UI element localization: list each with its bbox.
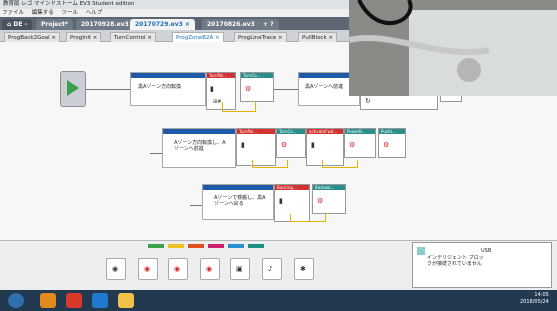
briefcase-icon: ▮ xyxy=(279,197,283,205)
windows-taskbar xyxy=(0,290,557,311)
briefcase-icon: ▮ xyxy=(311,141,315,149)
comment-text: 黒Aゾーン方向転換 xyxy=(138,84,182,90)
palette-block-medium-motor[interactable]: ◉ xyxy=(200,258,220,280)
motor-icon: ◉ xyxy=(206,265,213,273)
file-tab-20170729[interactable]: 20170729.ev3 × xyxy=(130,19,195,30)
comment-block[interactable]: 黒Aゾーン方向転換 xyxy=(130,72,206,106)
my-block[interactable]: TurnCo... ⚙ xyxy=(276,128,306,158)
palette-block-display[interactable]: ▣ xyxy=(230,258,250,280)
menu-file[interactable]: ファイル xyxy=(2,10,24,16)
robot-icon: ⚙ xyxy=(349,141,356,149)
palette-block-sound[interactable]: ♪ xyxy=(262,258,282,280)
grid-icon: ⊞# xyxy=(213,99,222,105)
block-title: PowerB... xyxy=(345,129,375,134)
motor-icon: ◉ xyxy=(174,265,181,273)
briefcase-icon: ▮ xyxy=(241,141,245,149)
sequence-wire xyxy=(274,89,298,90)
add-tab-button[interactable]: + ? xyxy=(258,19,279,30)
app-icon[interactable] xyxy=(66,293,82,308)
clock-date: 2018/05/24 xyxy=(520,299,549,305)
robot-icon: ⚙ xyxy=(281,141,288,149)
rotation-icon: ↻ xyxy=(365,97,371,105)
data-wire xyxy=(290,214,326,222)
palette-tab-advanced[interactable] xyxy=(228,244,244,248)
block-title: PushL... xyxy=(379,129,405,134)
start-button[interactable] xyxy=(8,293,24,308)
comment-block[interactable]: Aゾーンで検搬し、黒Aゾーンへ戻る xyxy=(202,184,274,220)
light-icon: ✱ xyxy=(300,265,306,273)
my-block[interactable]: TurnCo... ⚙ xyxy=(240,72,274,102)
my-block[interactable]: PowerB... ⚙ xyxy=(344,128,376,158)
menu-help[interactable]: ヘルプ xyxy=(86,10,103,16)
comment-text: 黒Aゾーンへ前進 xyxy=(305,84,344,90)
project-tab[interactable]: Project* xyxy=(36,19,74,30)
data-wire xyxy=(322,160,358,168)
skype-icon[interactable] xyxy=(92,293,108,308)
palette-tab-myblocks[interactable] xyxy=(248,244,264,248)
data-wire xyxy=(252,160,288,168)
comment-text: Aゾーンで検搬し、黒Aゾーンへ戻る xyxy=(214,195,266,207)
palette-tab-data[interactable] xyxy=(208,244,224,248)
sound-icon: ♪ xyxy=(268,265,273,273)
menu-tools[interactable]: ツール xyxy=(62,10,79,16)
palette-block-light[interactable]: ✱ xyxy=(294,258,314,280)
palette-tab-sensor[interactable] xyxy=(188,244,204,248)
hardware-page: USB インテリジェント ブロックが接続されていません xyxy=(412,242,552,288)
block-title: TurnCo... xyxy=(241,73,273,78)
robot-icon: ⚙ xyxy=(383,141,390,149)
briefcase-icon: ▮ xyxy=(210,85,214,93)
palette-block-large-motor[interactable]: ◉ xyxy=(168,258,188,280)
folder-icon[interactable] xyxy=(118,293,134,308)
block-title: activateFwd... xyxy=(307,129,343,134)
block-title: Backing... xyxy=(275,185,309,190)
robot-icon: ⚙ xyxy=(317,197,324,205)
palette-tab-action[interactable] xyxy=(148,244,164,248)
chrome-icon[interactable] xyxy=(40,293,56,308)
block-title: TurnPoi... xyxy=(237,129,275,134)
sequence-wire xyxy=(150,153,162,154)
window-title: 教育版 レゴ マインドストーム EV3 Student edition xyxy=(3,1,135,7)
home-tab[interactable]: ⌂ DE - xyxy=(2,19,33,30)
comment-text: Aゾーン方向転換し、Aゾーンへ前進 xyxy=(174,140,226,152)
motor-icon: ◉ xyxy=(112,265,119,273)
my-block[interactable]: Backwa... ⚙ xyxy=(312,184,346,214)
menu-edit[interactable]: 編集する xyxy=(32,10,54,16)
clock-time: 14:05 xyxy=(534,292,549,298)
display-icon: ▣ xyxy=(236,265,243,273)
block-title: TurnPoi... xyxy=(207,73,235,78)
palette-block-move[interactable]: ◉ xyxy=(106,258,126,280)
comment-block[interactable]: Aゾーン方向転換し、Aゾーンへ前進 xyxy=(162,128,236,168)
clock[interactable]: 14:05 2018/05/24 xyxy=(520,292,549,306)
hub-status-text: インテリジェント ブロックが接続されていません xyxy=(427,255,484,267)
sequence-wire xyxy=(190,205,202,206)
brick-icon xyxy=(417,247,425,255)
sequence-wire xyxy=(86,89,130,90)
photo-overlay xyxy=(349,0,557,96)
robot-icon: ⚙ xyxy=(245,85,252,93)
block-title: Backwa... xyxy=(313,185,345,190)
palette-block-move-tank[interactable]: ◉ xyxy=(138,258,158,280)
block-title: TurnCo... xyxy=(277,129,305,134)
usb-label[interactable]: USB xyxy=(481,248,491,254)
palette-tab-flow[interactable] xyxy=(168,244,184,248)
play-icon xyxy=(67,80,79,96)
data-wire xyxy=(222,102,256,112)
my-block[interactable]: PushL... ⚙ xyxy=(378,128,406,158)
motor-icon: ◉ xyxy=(144,265,151,273)
